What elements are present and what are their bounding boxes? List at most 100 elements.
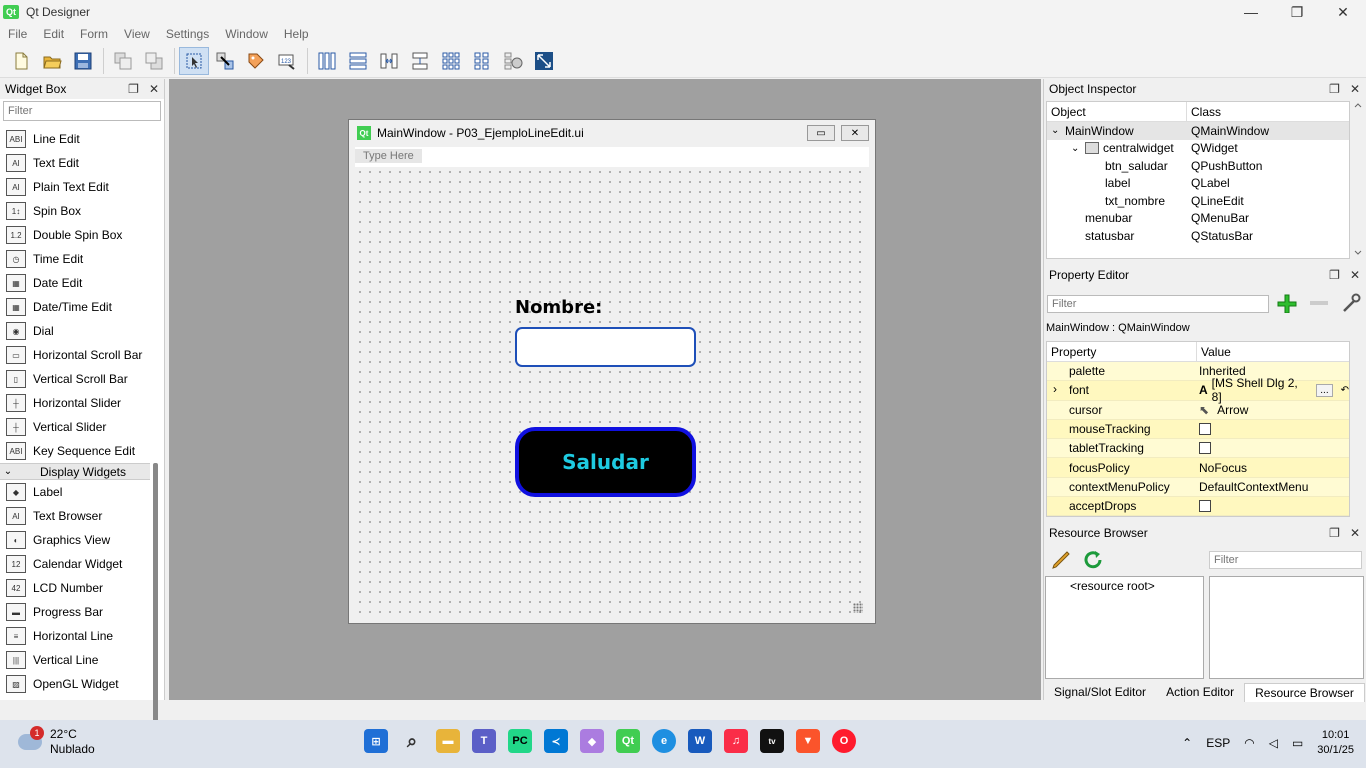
object-tree-row[interactable]: btn_saludar QPushButton — [1047, 157, 1349, 175]
property-value[interactable]: Arrow — [1217, 403, 1248, 417]
widget-item-horizontal-slider[interactable]: ┼ Horizontal Slider — [0, 391, 150, 415]
btn-saludar-button[interactable]: Saludar — [515, 427, 696, 497]
object-tree-row[interactable]: ⌄ MainWindow QMainWindow — [1047, 122, 1349, 140]
edit-buddies-button[interactable] — [241, 47, 271, 75]
column-property[interactable]: Property — [1047, 342, 1197, 361]
edit-tab-order-button[interactable]: 123 — [272, 47, 302, 75]
chevron-right-icon[interactable]: › — [1053, 382, 1057, 396]
property-row[interactable]: tabletTracking — [1047, 439, 1349, 459]
object-tree-row[interactable]: txt_nombre QLineEdit — [1047, 192, 1349, 210]
property-filter-input[interactable] — [1047, 295, 1269, 313]
wrench-config-icon[interactable] — [1340, 293, 1362, 313]
widget-item-progress-bar[interactable]: ▬ Progress Bar — [0, 600, 150, 624]
undock-icon[interactable]: ❐ — [1329, 82, 1340, 96]
reset-icon[interactable]: ↶ — [1341, 385, 1349, 396]
widget-item-line-edit[interactable]: ABI Line Edit — [0, 127, 150, 151]
widget-item-horizontal-line[interactable]: ≡ Horizontal Line — [0, 624, 150, 648]
expander-icon[interactable]: ⌄ — [1071, 143, 1085, 154]
layout-grid-button[interactable] — [436, 47, 466, 75]
property-row[interactable]: cursor ⬉ Arrow — [1047, 400, 1349, 420]
new-form-button[interactable] — [6, 47, 36, 75]
nombre-label[interactable]: Nombre: — [515, 297, 602, 318]
menu-form[interactable]: Form — [72, 27, 116, 41]
widget-item-spin-box[interactable]: 1↕ Spin Box — [0, 199, 150, 223]
column-object[interactable]: Object — [1047, 102, 1187, 121]
widget-item-vertical-slider[interactable]: ┼ Vertical Slider — [0, 415, 150, 439]
break-layout-button[interactable] — [498, 47, 528, 75]
pycharm-icon[interactable]: PC — [508, 729, 532, 753]
menu-file[interactable]: File — [0, 27, 35, 41]
widget-item-time-edit[interactable]: ◷ Time Edit — [0, 247, 150, 271]
type-here-menu-placeholder[interactable]: Type Here — [355, 149, 422, 163]
clock[interactable]: 10:01 30/1/25 — [1317, 728, 1354, 758]
layout-horizontally-button[interactable] — [312, 47, 342, 75]
widget-item-vertical-scroll-bar[interactable]: ▯ Vertical Scroll Bar — [0, 367, 150, 391]
resource-root-item[interactable]: <resource root> — [1070, 579, 1179, 593]
tab-signal-slot-editor[interactable]: Signal/Slot Editor — [1044, 683, 1156, 702]
close-button[interactable]: ✕ — [1320, 0, 1366, 24]
category-display-widgets[interactable]: ⌄ Display Widgets — [0, 463, 150, 480]
property-checkbox[interactable] — [1199, 442, 1211, 455]
widget-item-graphics-view[interactable]: ◐ Graphics View — [0, 528, 150, 552]
widget-box-filter-input[interactable] — [3, 101, 161, 121]
send-to-back-button[interactable] — [139, 47, 169, 75]
property-row[interactable]: acceptDrops — [1047, 497, 1349, 516]
object-tree-row[interactable]: menubar QMenuBar — [1047, 210, 1349, 228]
column-value[interactable]: Value — [1197, 342, 1235, 361]
form-close-button[interactable]: ✕ — [841, 125, 869, 141]
add-dynamic-property-icon[interactable] — [1276, 293, 1298, 313]
remove-property-icon[interactable] — [1308, 293, 1330, 313]
widget-item-label[interactable]: ◆ Label — [0, 480, 150, 504]
object-tree-row[interactable]: statusbar QStatusBar — [1047, 227, 1349, 245]
menu-help[interactable]: Help — [276, 27, 317, 41]
reload-icon[interactable] — [1082, 549, 1106, 571]
property-row[interactable]: focusPolicy NoFocus — [1047, 458, 1349, 478]
chevron-up-icon[interactable]: ⌃ — [1182, 736, 1192, 750]
widget-item-dial[interactable]: ◉ Dial — [0, 319, 150, 343]
widget-item-key-sequence-edit[interactable]: ABI Key Sequence Edit — [0, 439, 150, 463]
volume-icon[interactable]: ◁ — [1269, 736, 1278, 750]
music-icon[interactable]: ♫ — [724, 729, 748, 753]
resource-view[interactable] — [1209, 576, 1364, 679]
widget-item-text-edit[interactable]: AI Text Edit — [0, 151, 150, 175]
menu-settings[interactable]: Settings — [158, 27, 217, 41]
widget-item-horizontal-scroll-bar[interactable]: ▭ Horizontal Scroll Bar — [0, 343, 150, 367]
git-icon[interactable]: ◆ — [580, 729, 604, 753]
widget-item-vertical-line[interactable]: ||| Vertical Line — [0, 648, 150, 672]
edge-icon[interactable]: e — [652, 729, 676, 753]
tab-resource-browser[interactable]: Resource Browser — [1244, 683, 1365, 702]
property-value[interactable]: NoFocus — [1199, 461, 1247, 475]
form-minimize-button[interactable]: ▭ — [807, 125, 835, 141]
file-explorer-icon[interactable]: ▬ — [436, 729, 460, 753]
start-windows-icon[interactable]: ⊞ — [364, 729, 388, 753]
battery-icon[interactable]: ▭ — [1292, 736, 1303, 750]
property-value[interactable]: DefaultContextMenu — [1199, 480, 1308, 494]
apple-tv-icon[interactable]: tv — [760, 729, 784, 753]
bring-to-front-button[interactable] — [108, 47, 138, 75]
property-value[interactable]: [MS Shell Dlg 2, 8] — [1212, 376, 1311, 404]
undock-icon[interactable]: ❐ — [128, 82, 139, 96]
property-row[interactable]: contextMenuPolicy DefaultContextMenu — [1047, 477, 1349, 498]
txt-nombre-line-edit[interactable] — [515, 327, 696, 367]
widget-item-plain-text-edit[interactable]: AI Plain Text Edit — [0, 175, 150, 199]
layout-form-button[interactable] — [467, 47, 497, 75]
word-icon[interactable]: W — [688, 729, 712, 753]
opera-icon[interactable]: O — [832, 729, 856, 753]
widget-item-calendar-widget[interactable]: 12 Calendar Widget — [0, 552, 150, 576]
menu-window[interactable]: Window — [217, 27, 276, 41]
undock-icon[interactable]: ❐ — [1329, 268, 1340, 282]
menu-edit[interactable]: Edit — [35, 27, 72, 41]
close-dock-icon[interactable]: ✕ — [1350, 526, 1360, 540]
close-dock-icon[interactable]: ✕ — [149, 82, 159, 96]
resource-filter-input[interactable] — [1209, 551, 1362, 569]
adjust-size-button[interactable] — [529, 47, 559, 75]
resize-grip[interactable] — [853, 603, 863, 613]
property-checkbox[interactable] — [1199, 423, 1211, 436]
object-tree-row[interactable]: label QLabel — [1047, 175, 1349, 193]
form-window[interactable]: Qt MainWindow - P03_EjemploLineEdit.ui ▭… — [348, 119, 876, 624]
layout-horizontal-splitter-button[interactable] — [374, 47, 404, 75]
teams-icon[interactable]: T — [472, 729, 496, 753]
form-window-title-bar[interactable]: Qt MainWindow - P03_EjemploLineEdit.ui — [349, 120, 875, 146]
minimize-button[interactable]: — — [1228, 0, 1274, 24]
ellipsis-button[interactable]: ... — [1316, 383, 1333, 397]
